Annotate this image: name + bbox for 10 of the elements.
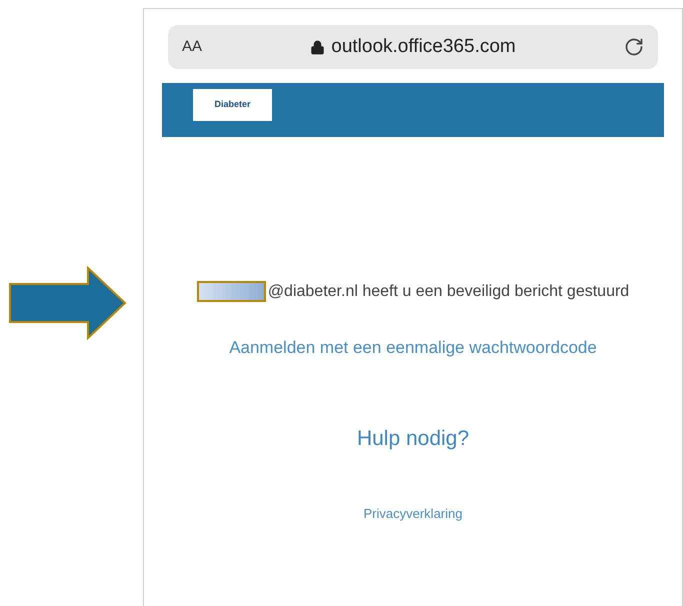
help-link[interactable]: Hulp nodig? — [356, 422, 470, 454]
otp-link[interactable]: Aanmelden met een eenmalige wachtwoordcode — [229, 335, 597, 360]
url-text[interactable]: outlook.office365.com — [331, 32, 516, 62]
reload-icon[interactable] — [624, 37, 644, 57]
message-text: @diabeter.nl heeft u een beveiligd bericht gestuurd — [268, 283, 630, 300]
lock-icon — [310, 40, 326, 54]
privacy-link[interactable]: Privacyverklaring — [364, 504, 462, 524]
arrow-icon — [8, 266, 128, 340]
logo: Diabeter — [193, 89, 272, 121]
text-size-button[interactable]: AA — [182, 36, 202, 58]
